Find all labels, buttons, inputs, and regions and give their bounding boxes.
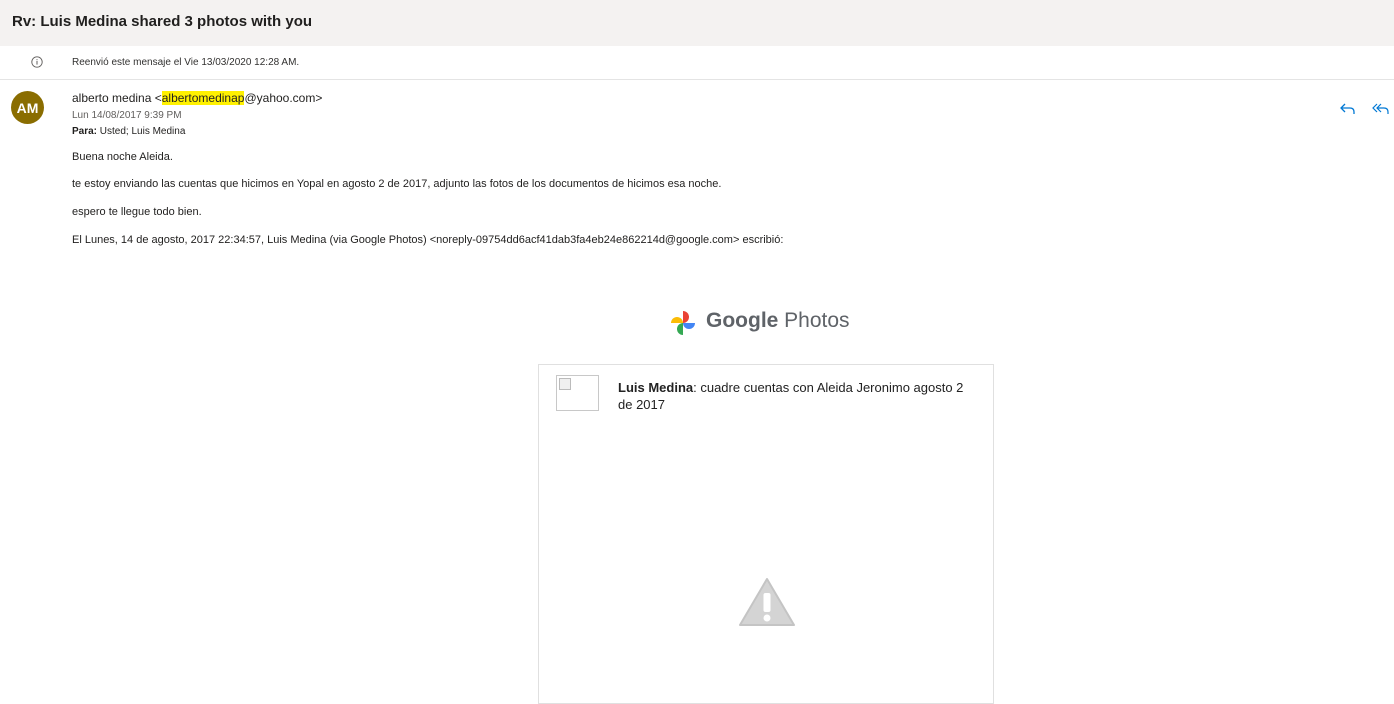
sender[interactable]: alberto medina <albertomedinap@yahoo.com… [72, 91, 322, 105]
card-sender-name: Luis Medina [618, 380, 694, 395]
sender-highlight: albertomedinap [161, 91, 245, 105]
body-line-closing: espero te llegue todo bien. [72, 206, 202, 218]
body-line-main: te estoy enviando las cuentas que hicimo… [72, 178, 722, 190]
brand-google: Google [706, 309, 779, 332]
message-subject: Rv: Luis Medina shared 3 photos with you [12, 13, 313, 30]
reply-icon[interactable] [1339, 101, 1357, 117]
card-title: Luis Medina: cuadre cuentas con Aleida J… [618, 379, 978, 413]
google-photos-brand: Google Photos [706, 309, 850, 333]
to-label: Para: [72, 126, 98, 137]
body-line-quote-header: El Lunes, 14 de agosto, 2017 22:34:57, L… [72, 234, 784, 246]
google-photos-logo-icon [671, 311, 695, 335]
avatar[interactable]: AM [11, 91, 44, 124]
shared-photos-card [538, 364, 994, 704]
broken-image-thumbnail[interactable] [556, 375, 599, 411]
brand-photos: Photos [778, 309, 850, 332]
reply-all-icon[interactable] [1372, 101, 1390, 117]
recipients: Para: Usted; Luis Medina [72, 126, 185, 137]
sender-domain: @yahoo.com> [244, 91, 323, 105]
forward-notice: Reenvió este mensaje el Vie 13/03/2020 1… [72, 57, 300, 68]
message-date: Lun 14/08/2017 9:39 PM [72, 110, 182, 121]
avatar-initials: AM [16, 99, 39, 116]
info-icon [31, 56, 43, 68]
broken-image-icon [559, 378, 571, 390]
subject-bar: Rv: Luis Medina shared 3 photos with you [0, 0, 1394, 46]
to-value: Usted; Luis Medina [99, 126, 186, 137]
warning-icon [739, 578, 795, 626]
sender-name: alberto medina < [72, 91, 162, 105]
body-line-greeting: Buena noche Aleida. [72, 151, 173, 163]
